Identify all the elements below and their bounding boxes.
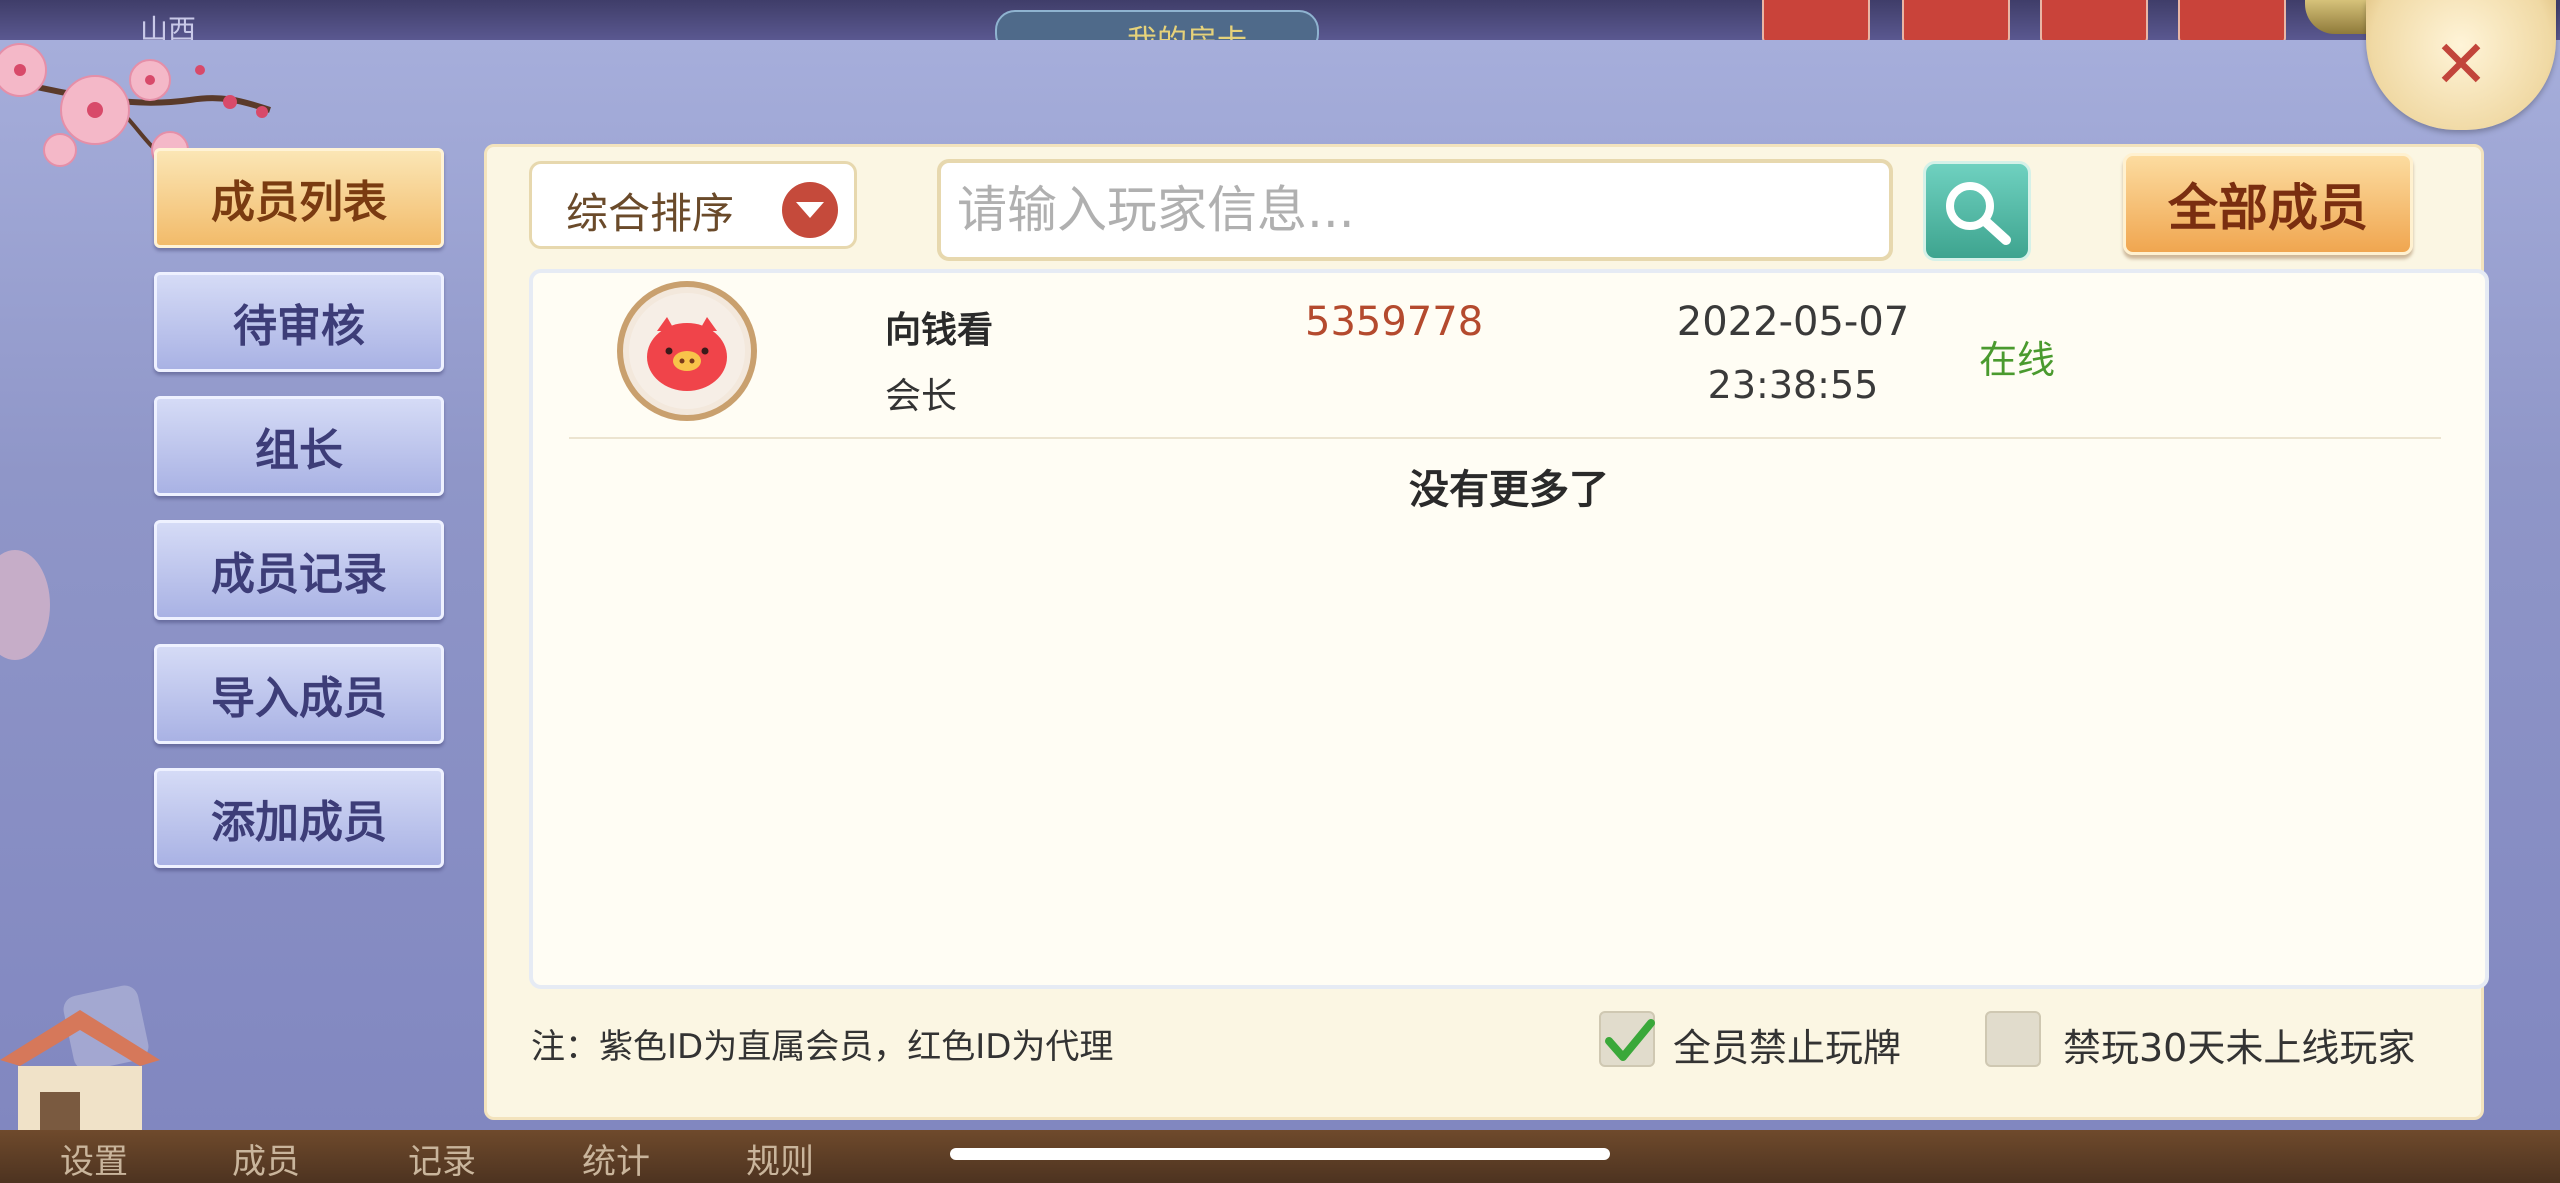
sidebar-item-import-members[interactable]: 导入成员 [154,644,444,744]
row-divider [569,437,2441,439]
nav-tab-statistics[interactable]: 统计 [582,1134,650,1183]
member-status: 在线 [1979,338,2056,382]
avatar [617,281,757,421]
member-list[interactable]: 向钱看 会长 5359778 2022-05-07 23:38:55 在线 没有… [529,269,2489,989]
nav-tab-members[interactable]: 成员 [232,1134,300,1183]
sidebar-item-label: 组长 [255,425,343,476]
ban-all-checkbox[interactable] [1599,1011,1655,1067]
id-color-note: 注：紫色ID为直属会员，红色ID为代理 [531,1027,1114,1067]
close-icon: ✕ [2433,26,2489,103]
sidebar-item-label: 导入成员 [211,673,387,724]
top-tab [2040,0,2148,44]
close-button[interactable]: ✕ [2366,0,2556,130]
ban-inactive-label[interactable]: 禁玩30天未上线玩家 [2063,1017,2415,1072]
petal-decoration [0,550,50,660]
sidebar-item-member-records[interactable]: 成员记录 [154,520,444,620]
nav-tab-records[interactable]: 记录 [408,1134,476,1183]
top-tab [1902,0,2010,44]
member-id: 5359778 [1305,299,1484,345]
member-list-panel: 综合排序 全部成员 [484,144,2489,1120]
list-end-text: 没有更多了 [1409,467,1609,513]
pig-avatar-icon [629,293,745,409]
sidebar-item-member-list[interactable]: 成员列表 [154,148,444,248]
member-row[interactable]: 向钱看 会长 5359778 2022-05-07 23:38:55 在线 [533,273,2485,443]
search-button[interactable] [1923,161,2031,261]
ban-all-label[interactable]: 全员禁止玩牌 [1673,1017,1901,1072]
sidebar-item-label: 待审核 [233,301,365,352]
search-icon [1946,182,2011,245]
sidebar-item-label: 成员记录 [211,549,387,600]
top-tab [1762,0,1870,44]
member-management-dialog: ✕ 成员列表 待审核 组长 成员记录 导入成员 添加成员 综合排序 全部成员 [0,0,2560,1160]
sidebar-item-add-member[interactable]: 添加成员 [154,768,444,868]
nav-tab-settings[interactable]: 设置 [60,1134,128,1183]
ban-inactive-checkbox[interactable] [1985,1011,2041,1067]
member-name: 向钱看 [885,310,994,351]
sidebar-item-label: 成员列表 [211,177,387,228]
sidebar-item-group-leader[interactable]: 组长 [154,396,444,496]
sidebar-item-pending-review[interactable]: 待审核 [154,272,444,372]
top-tab [2178,0,2286,44]
background-top-bar: 山西 我的房卡 [0,0,2560,59]
sort-dropdown[interactable]: 综合排序 [529,161,857,249]
chevron-down-icon [782,182,838,238]
player-search-input[interactable] [937,159,1893,261]
member-join-date: 2022-05-07 [1676,299,1910,345]
nav-tab-rules[interactable]: 规则 [746,1134,814,1183]
member-role: 会长 [885,376,958,417]
sort-dropdown-label: 综合排序 [566,189,735,238]
member-join-time: 23:38:55 [1707,363,1879,407]
home-indicator[interactable] [950,1148,1610,1160]
all-members-filter-button[interactable]: 全部成员 [2123,153,2413,255]
checkmark-icon [1605,1019,1655,1061]
filter-button-label: 全部成员 [2168,179,2368,237]
sidebar-item-label: 添加成员 [211,797,387,848]
